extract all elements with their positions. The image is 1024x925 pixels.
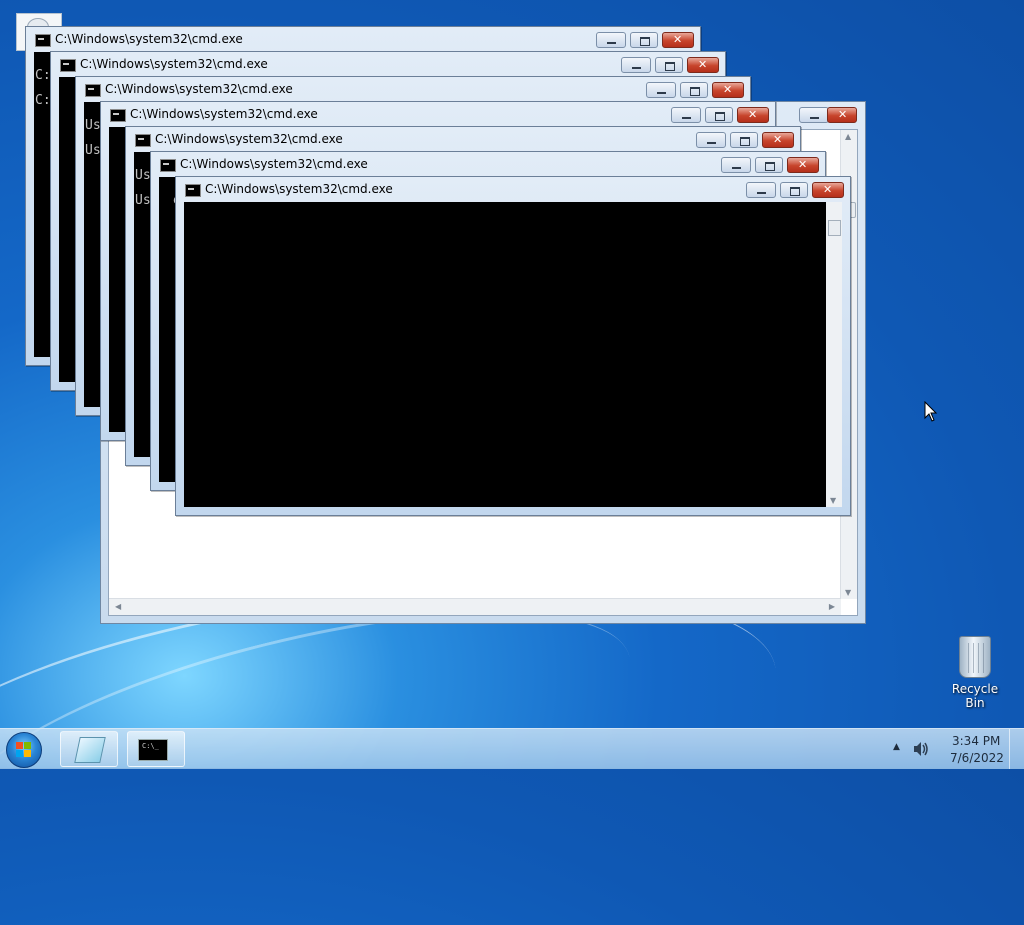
close-button[interactable] xyxy=(827,107,857,123)
cmd-icon xyxy=(60,59,76,72)
console-text: Us xyxy=(135,168,151,183)
minimize-button[interactable] xyxy=(596,32,626,48)
minimize-button[interactable] xyxy=(799,107,829,123)
scroll-thumb[interactable] xyxy=(828,220,841,236)
maximize-button[interactable] xyxy=(730,132,758,148)
taskbar: C:\_ ▲ 3:34 PM 7/6/2022 xyxy=(0,728,1024,769)
show-desktop-button[interactable] xyxy=(1009,729,1024,769)
window-title: C:\Windows\system32\cmd.exe xyxy=(155,132,343,146)
cmd-icon xyxy=(160,159,176,172)
title-bar[interactable]: C:\Windows\system32\cmd.exe xyxy=(26,27,700,52)
cmd-icon: C:\_ xyxy=(138,739,168,761)
title-bar[interactable]: C:\Windows\system32\cmd.exe xyxy=(126,127,800,152)
maximize-button[interactable] xyxy=(755,157,783,173)
console-text: Us xyxy=(85,143,101,158)
tray-chevron-icon[interactable]: ▲ xyxy=(893,742,900,752)
window-title: C:\Windows\system32\cmd.exe xyxy=(80,57,268,71)
minimize-button[interactable] xyxy=(646,82,676,98)
minimize-button[interactable] xyxy=(621,57,651,73)
cmd-icon xyxy=(85,84,101,97)
maximize-button[interactable] xyxy=(680,82,708,98)
taskbar-notepad-button[interactable] xyxy=(60,731,118,767)
console-text: C: xyxy=(35,93,51,108)
recycle-bin-icon xyxy=(959,636,991,678)
close-button[interactable] xyxy=(712,82,744,98)
close-button[interactable] xyxy=(662,32,694,48)
title-bar[interactable]: C:\Windows\system32\cmd.exe xyxy=(51,52,725,77)
clock-time[interactable]: 3:34 PM xyxy=(952,734,1000,748)
windows-logo-icon xyxy=(16,742,32,758)
vertical-scrollbar[interactable]: ▼ xyxy=(826,202,842,507)
speaker-icon[interactable] xyxy=(912,741,930,757)
maximize-button[interactable] xyxy=(705,107,733,123)
cmd-icon xyxy=(35,34,51,47)
close-button[interactable] xyxy=(687,57,719,73)
console-text: C: xyxy=(35,68,51,83)
title-bar[interactable]: C:\Windows\system32\cmd.exe xyxy=(151,152,825,177)
cmd-icon xyxy=(185,184,201,197)
console-area[interactable]: ▼ xyxy=(184,202,842,507)
minimize-button[interactable] xyxy=(746,182,776,198)
window-title: C:\Windows\system32\cmd.exe xyxy=(105,82,293,96)
recycle-bin[interactable]: Recycle Bin xyxy=(942,632,1008,710)
window-title: C:\Windows\system32\cmd.exe xyxy=(180,157,368,171)
console-text: Us xyxy=(85,118,101,133)
cmd-window[interactable]: C:\Windows\system32\cmd.exe ▼ xyxy=(175,176,851,516)
title-bar[interactable]: C:\Windows\system32\cmd.exe xyxy=(176,177,850,202)
close-button[interactable] xyxy=(737,107,769,123)
recycle-bin-label: Recycle Bin xyxy=(951,682,999,710)
horizontal-scrollbar[interactable]: ◀ ▶ xyxy=(109,598,841,615)
minimize-button[interactable] xyxy=(696,132,726,148)
close-button[interactable] xyxy=(787,157,819,173)
cmd-icon xyxy=(110,109,126,122)
window-title: C:\Windows\system32\cmd.exe xyxy=(55,32,243,46)
minimize-button[interactable] xyxy=(721,157,751,173)
taskbar-cmd-button[interactable]: C:\_ xyxy=(127,731,185,767)
title-bar[interactable]: C:\Windows\system32\cmd.exe xyxy=(101,102,775,127)
window-title: C:\Windows\system32\cmd.exe xyxy=(130,107,318,121)
maximize-button[interactable] xyxy=(655,57,683,73)
close-button[interactable] xyxy=(812,182,844,198)
mouse-cursor-icon xyxy=(924,401,938,422)
cmd-icon xyxy=(135,134,151,147)
minimize-button[interactable] xyxy=(671,107,701,123)
start-button[interactable] xyxy=(6,732,42,768)
window-title: C:\Windows\system32\cmd.exe xyxy=(205,182,393,196)
console-text: Us xyxy=(135,193,151,208)
title-bar[interactable]: C:\Windows\system32\cmd.exe xyxy=(76,77,750,102)
notepad-icon xyxy=(74,737,106,763)
maximize-button[interactable] xyxy=(630,32,658,48)
maximize-button[interactable] xyxy=(780,182,808,198)
clock-date[interactable]: 7/6/2022 xyxy=(950,751,1004,765)
close-button[interactable] xyxy=(762,132,794,148)
